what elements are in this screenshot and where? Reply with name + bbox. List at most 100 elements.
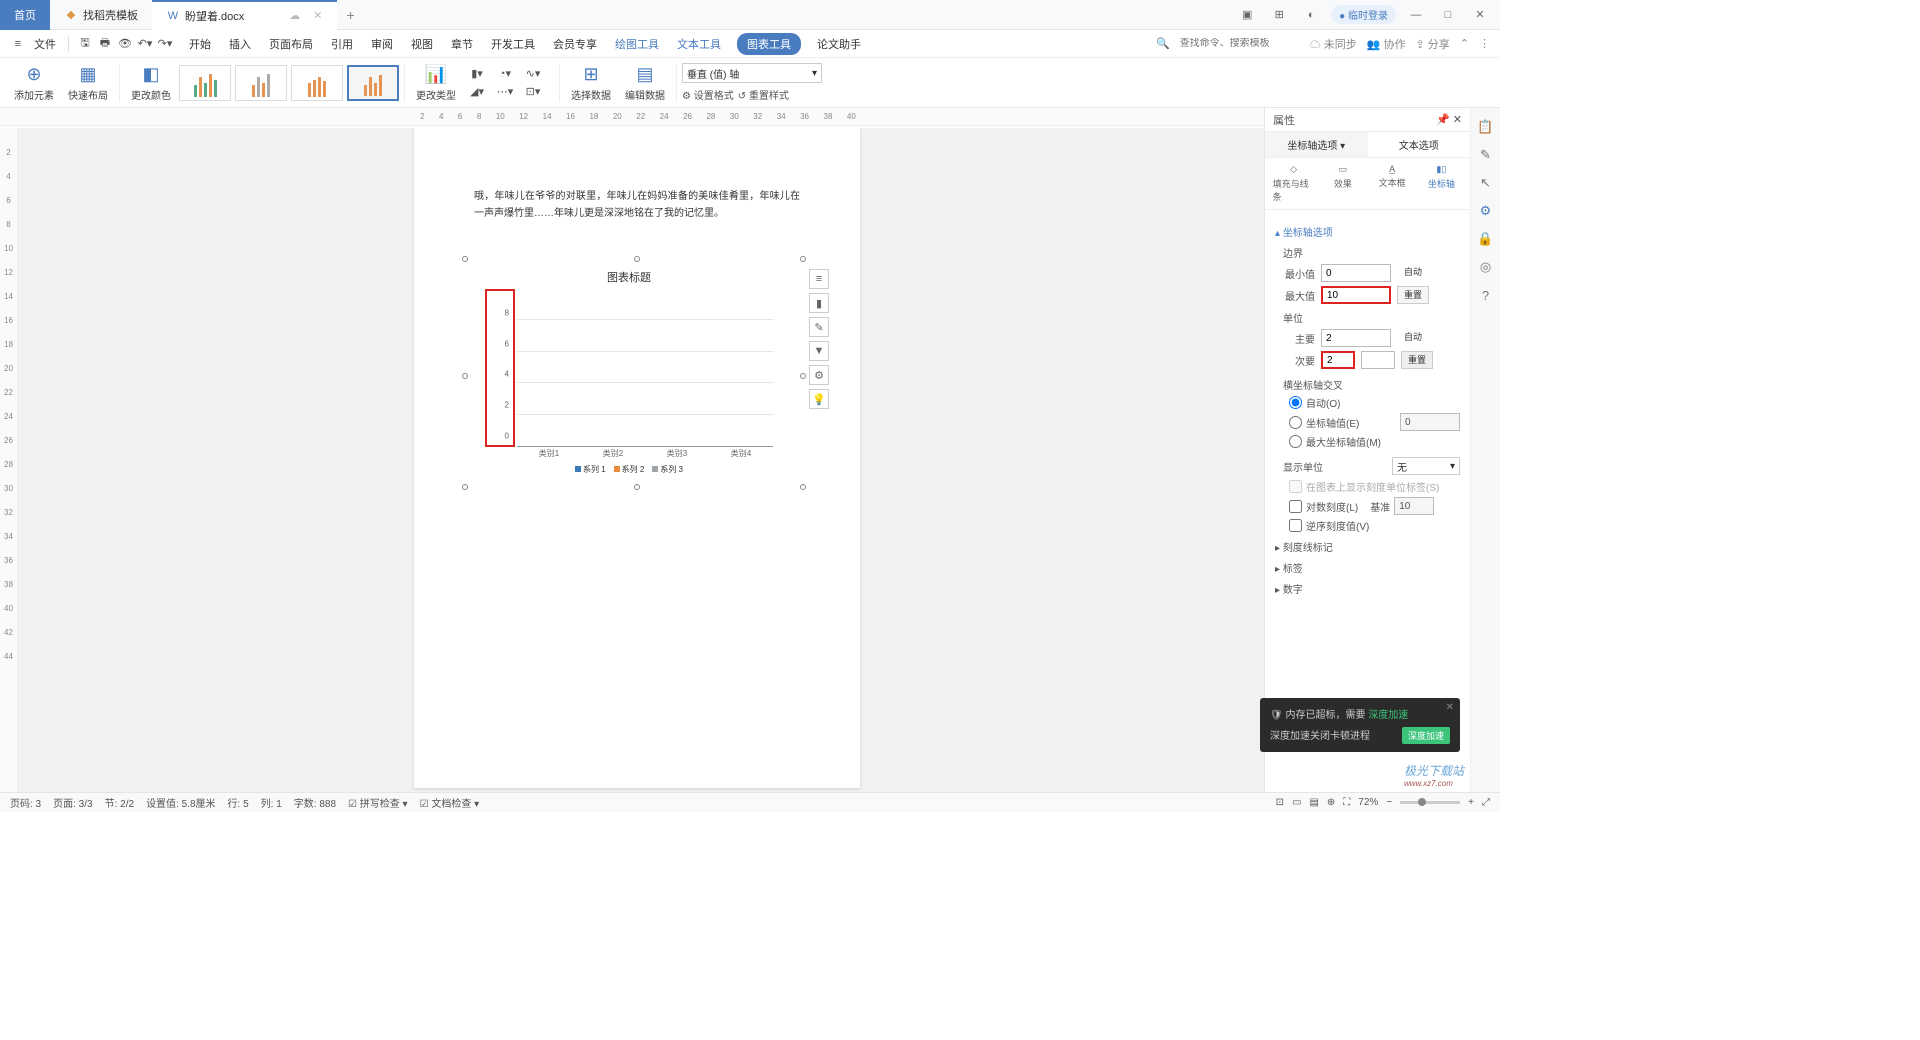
new-tab-button[interactable]: + (337, 7, 365, 23)
radio-axisval[interactable]: 坐标轴值(E) (1289, 413, 1460, 431)
doccheck-toggle[interactable]: ☑ 文档检查 ▾ (420, 795, 480, 810)
help-icon[interactable]: ? (1477, 286, 1495, 304)
axis-icon[interactable]: ▮▯坐标轴 (1420, 164, 1462, 203)
undo-icon[interactable]: ↶▾ (137, 34, 153, 54)
minor-input[interactable] (1321, 351, 1355, 369)
style-icon[interactable]: ✎ (1477, 146, 1495, 164)
disp-unit-select[interactable]: 无▾ (1392, 457, 1460, 475)
toast-link[interactable]: 深度加速 (1368, 710, 1408, 721)
zoom-value[interactable]: 72% (1358, 797, 1378, 808)
reset-style-icon[interactable]: ↺ 重置样式 (738, 87, 789, 102)
minor-input-2[interactable] (1361, 351, 1395, 369)
menu-paper[interactable]: 论文助手 (815, 33, 863, 55)
toast-action-button[interactable]: 深度加速 (1402, 727, 1450, 744)
login-button[interactable]: ● 临时登录 (1331, 5, 1396, 24)
tab-axis-options[interactable]: 坐标轴选项 ▾ (1265, 132, 1368, 157)
axis-selector[interactable]: 垂直 (值) 轴▾ (682, 63, 822, 83)
toast-close-icon[interactable]: ✕ (1446, 702, 1454, 713)
scatter-icon[interactable]: ⋯▾ (492, 84, 518, 100)
apps-icon[interactable]: ⊞ (1267, 3, 1291, 27)
menu-chapter[interactable]: 章节 (449, 33, 475, 55)
menu-draw[interactable]: 绘图工具 (613, 33, 661, 55)
radio-auto[interactable]: 自动(O) (1289, 395, 1460, 410)
textbox-icon[interactable]: A̲文本框 (1371, 164, 1413, 203)
format-icon[interactable]: ⚙ 设置格式 (682, 87, 734, 102)
zoom-out-icon[interactable]: − (1386, 797, 1392, 808)
select-data-button[interactable]: ⊞选择数据 (565, 64, 617, 102)
line-icon[interactable]: ∿▾ (520, 66, 546, 82)
collapse-icon[interactable]: ⌃ (1460, 37, 1469, 50)
menu-review[interactable]: 审阅 (369, 33, 395, 55)
chart-object[interactable]: 图表标题 02468 类别1类别2类别3类别4 系列 1系列 2系列 3 ≡▮✎… (464, 258, 804, 488)
min-input[interactable] (1321, 264, 1391, 282)
status-pagenum[interactable]: 页码: 3 (10, 795, 41, 810)
status-page[interactable]: 页面: 3/3 (53, 795, 92, 810)
pie-icon[interactable]: ◔▾ (492, 66, 518, 82)
menu-ref[interactable]: 引用 (329, 33, 355, 55)
select-icon[interactable]: ↖ (1477, 174, 1495, 192)
reset-minor-button[interactable]: 重置 (1401, 351, 1433, 369)
section-tick[interactable]: ▸ 刻度线标记 (1275, 539, 1460, 554)
fill-line-icon[interactable]: ◇填充与线条 (1273, 164, 1315, 203)
more-icon[interactable]: ⋮ (1479, 37, 1490, 50)
tab-templates[interactable]: ◆找稻壳模板 (50, 0, 152, 30)
style-thumb-4[interactable] (347, 65, 399, 101)
save-icon[interactable]: 🖫 (77, 34, 93, 54)
lock-icon[interactable]: 🔒 (1477, 230, 1495, 248)
change-type-button[interactable]: 📊更改类型 (410, 64, 462, 102)
settings-icon[interactable]: ⚙ (1477, 202, 1495, 220)
redo-icon[interactable]: ↷▾ (157, 34, 173, 54)
check-log[interactable]: 对数刻度(L)基准 (1289, 497, 1460, 515)
style-thumb-2[interactable] (235, 65, 287, 101)
theme-icon[interactable]: ◐ (1299, 3, 1323, 27)
effects-icon[interactable]: ▭效果 (1322, 164, 1364, 203)
section-number[interactable]: ▸ 数字 (1275, 581, 1460, 596)
print-icon[interactable]: 🖶 (97, 34, 113, 54)
menu-insert[interactable]: 插入 (227, 33, 253, 55)
search-input[interactable] (1180, 38, 1300, 49)
chart-title[interactable]: 图表标题 (485, 269, 773, 285)
coop-button[interactable]: 👥 协作 (1367, 36, 1406, 52)
pin-icon[interactable]: 📌 (1436, 114, 1450, 126)
close-icon[interactable]: ✕ (1453, 114, 1462, 126)
zoom-slider[interactable] (1400, 801, 1460, 804)
expand-icon[interactable]: ⤢ (1482, 797, 1490, 808)
close-button[interactable]: ✕ (1468, 3, 1492, 27)
y-axis-highlight[interactable]: 02468 (485, 289, 515, 447)
preview-icon[interactable]: 👁 (117, 34, 133, 54)
style-thumb-1[interactable] (179, 65, 231, 101)
view-mode-1[interactable]: ⊡ (1276, 797, 1284, 808)
add-element-button[interactable]: ⊕添加元素 (8, 64, 60, 102)
status-words[interactable]: 字数: 888 (294, 795, 336, 810)
tab-home[interactable]: 首页 (0, 0, 50, 30)
view-mode-2[interactable]: ▭ (1292, 797, 1301, 808)
fit-icon[interactable]: ⛶ (1343, 797, 1350, 808)
share-button[interactable]: ⇪ 分享 (1416, 36, 1450, 52)
tab-document[interactable]: W盼望着.docx☁✕ (152, 0, 337, 30)
menu-start[interactable]: 开始 (187, 33, 213, 55)
change-color-button[interactable]: ◧更改颜色 (125, 64, 177, 102)
menu-layout[interactable]: 页面布局 (267, 33, 315, 55)
bar-icon[interactable]: ▮▾ (464, 66, 490, 82)
section-axis-options[interactable]: ▴ 坐标轴选项 (1275, 224, 1460, 239)
minimize-button[interactable]: — (1404, 3, 1428, 27)
stock-icon[interactable]: ⊡▾ (520, 84, 546, 100)
reset-max-button[interactable]: 重置 (1397, 286, 1429, 304)
sync-status[interactable]: ☁ 未同步 (1310, 36, 1357, 52)
tab-close-icon[interactable]: ✕ (313, 9, 322, 22)
hamburger-icon[interactable]: ≡ (10, 34, 26, 54)
section-label[interactable]: ▸ 标签 (1275, 560, 1460, 575)
clipboard-icon[interactable]: 📋 (1477, 118, 1495, 136)
edit-data-button[interactable]: ▤编辑数据 (619, 64, 671, 102)
spellcheck-toggle[interactable]: ☑ 拼写检查 ▾ (348, 795, 408, 810)
max-input[interactable] (1321, 286, 1391, 304)
menu-dev[interactable]: 开发工具 (489, 33, 537, 55)
zoom-in-icon[interactable]: + (1468, 797, 1474, 808)
menu-view[interactable]: 视图 (409, 33, 435, 55)
quick-layout-button[interactable]: ▦快速布局 (62, 64, 114, 102)
layout-icon[interactable]: ▣ (1235, 3, 1259, 27)
menu-text[interactable]: 文本工具 (675, 33, 723, 55)
chart-styles-gallery[interactable] (179, 65, 399, 101)
target-icon[interactable]: ◎ (1477, 258, 1495, 276)
menu-chart[interactable]: 图表工具 (737, 33, 801, 55)
